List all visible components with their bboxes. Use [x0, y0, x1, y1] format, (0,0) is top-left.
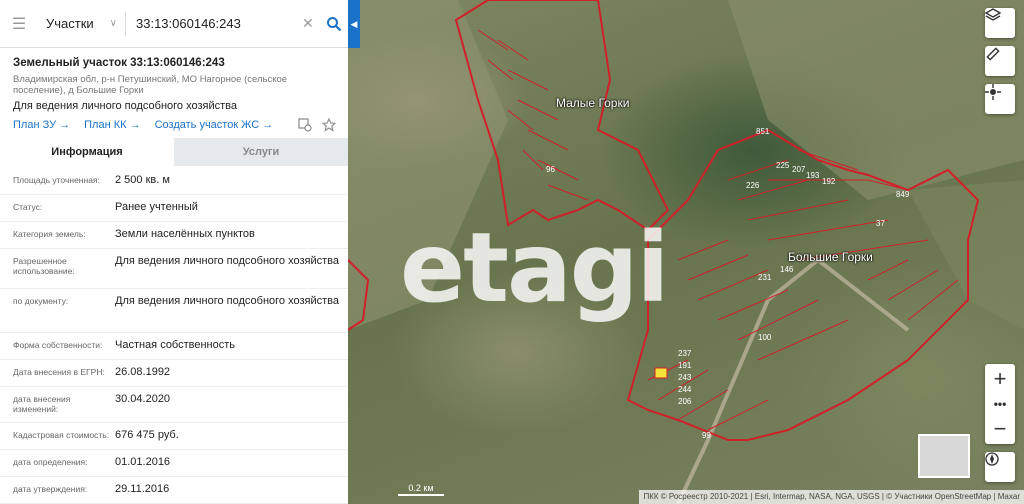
parcel-links: План ЗУ → План КК → Создать участок ЖС → [13, 119, 273, 131]
table-row: Разрешенное использование: Для ведения л… [0, 249, 348, 289]
row-value: Ранее учтенный [115, 201, 198, 213]
zoom-in-button[interactable]: + [985, 364, 1015, 394]
category-select[interactable]: Участки ∨ [34, 11, 126, 36]
info-table: Площадь уточненная: 2 500 кв. м Статус: … [0, 168, 348, 504]
parcel-number-label: 193 [806, 171, 820, 180]
table-row: дата определения: 01.01.2016 [0, 450, 348, 477]
row-value: 01.01.2016 [115, 456, 171, 468]
tab-services[interactable]: Услуги [174, 138, 348, 166]
table-row: Форма собственности: Частная собственнос… [0, 333, 348, 360]
table-row: по документу: Для ведения личного подсоб… [0, 289, 348, 333]
row-label: дата определения: [13, 457, 88, 467]
row-label: Статус: [13, 202, 43, 212]
map-scale: 0.2 км [398, 483, 444, 496]
row-label: Разрешенное использование: [13, 256, 75, 276]
zoom-control: + ••• − [985, 364, 1015, 444]
search-icon [326, 16, 342, 31]
crosshair-icon [985, 84, 1001, 100]
compass-icon [985, 452, 999, 466]
parcel-number-label: 206 [678, 397, 692, 406]
parcel-number-label: 37 [876, 219, 885, 228]
row-label: Дата внесения в ЕГРН: [13, 367, 105, 377]
parcel-number-label: 191 [678, 361, 692, 370]
row-value: Земли населённых пунктов [115, 228, 255, 240]
table-row: Дата внесения в ЕГРН: 26.08.1992 [0, 360, 348, 387]
row-value: Для ведения личного подсобного хозяйства [115, 295, 339, 307]
parcel-use: Для ведения личного подсобного хозяйства [13, 100, 237, 112]
table-row: Площадь уточненная: 2 500 кв. м [0, 168, 348, 195]
parcel-number-label: 243 [678, 373, 692, 382]
layers-icon [985, 8, 1001, 21]
create-parcel-link[interactable]: Создать участок ЖС → [155, 119, 274, 131]
table-row: дата внесения изменений: 30.04.2020 [0, 387, 348, 423]
row-label: Категория земель: [13, 229, 86, 239]
category-label: Участки [46, 16, 94, 31]
parcel-number-label: 146 [780, 265, 794, 274]
parcel-number-label: 207 [792, 165, 806, 174]
map-view[interactable]: 851 849 225 207 193 192 226 231 146 100 96 99 237 191… [348, 0, 1024, 504]
plan-zu-link[interactable]: План ЗУ → [13, 119, 70, 131]
zoom-out-button[interactable]: − [985, 414, 1015, 444]
parcel-number-label: 237 [678, 349, 692, 358]
table-row: Статус: Ранее учтенный [0, 195, 348, 222]
row-value: Частная собственность [115, 339, 236, 351]
row-label: Кадастровая стоимость: [13, 430, 110, 440]
row-value: 26.08.1992 [115, 366, 171, 378]
row-label: Площадь уточненная: [13, 175, 100, 185]
star-icon[interactable] [322, 118, 336, 132]
parcel-number-label: 231 [758, 273, 772, 282]
clear-icon[interactable]: ✕ [302, 15, 314, 32]
menu-icon[interactable]: ☰ [4, 0, 34, 48]
place-label-big: Большие Горки [788, 250, 873, 264]
row-value: 676 475 руб. [115, 429, 179, 441]
plan-kk-link[interactable]: План КК → [84, 119, 140, 131]
chevron-left-icon: ◀ [350, 18, 358, 29]
selected-parcel[interactable] [654, 367, 668, 379]
layers-button[interactable] [985, 8, 1015, 38]
search-bar: ☰ Участки ∨ ✕ [0, 0, 348, 48]
parcel-address: Владимирская обл, р-н Петушинский, МО На… [13, 74, 288, 96]
parcel-number-label: 849 [896, 190, 910, 199]
map-attribution: ПКК © Росреестр 2010-2021 | Esri, Interm… [639, 490, 1024, 504]
table-row: дата утверждения: 29.11.2016 [0, 477, 348, 504]
minimap[interactable] [918, 434, 970, 478]
parcel-number-label: 851 [756, 127, 770, 136]
row-label: по документу: [13, 296, 69, 306]
search-button[interactable] [324, 14, 344, 34]
tab-info[interactable]: Информация [0, 138, 174, 166]
table-row: Кадастровая стоимость: 676 475 руб. [0, 423, 348, 450]
place-label-small: Малые Горки [556, 96, 630, 110]
row-value: 29.11.2016 [115, 483, 170, 495]
chevron-down-icon: ∨ [109, 18, 117, 29]
info-panel: Земельный участок 33:13:060146:243 Влади… [0, 48, 348, 504]
copy-icon[interactable] [298, 118, 312, 132]
locate-button[interactable] [985, 84, 1015, 114]
compass-button[interactable] [985, 452, 1015, 482]
parcel-number-label: 226 [746, 181, 760, 190]
row-label: дата внесения изменений: [13, 394, 71, 414]
row-value: 30.04.2020 [115, 393, 171, 405]
table-row: Категория земель: Земли населённых пункт… [0, 222, 348, 249]
search-input[interactable] [136, 16, 296, 31]
row-value: Для ведения личного подсобного хозяйства [115, 255, 339, 267]
parcel-number-label: 225 [776, 161, 790, 170]
more-icon[interactable]: ••• [985, 394, 1015, 414]
parcel-number-label: 244 [678, 385, 692, 394]
ruler-button[interactable] [985, 46, 1015, 76]
row-value: 2 500 кв. м [115, 174, 170, 186]
etagi-watermark: etagi [400, 212, 669, 324]
parcel-number-label: 192 [822, 177, 836, 186]
panel-tabs: Информация Услуги [0, 138, 348, 166]
parcel-number-label: 96 [546, 165, 555, 174]
parcel-title: Земельный участок 33:13:060146:243 [13, 57, 225, 69]
parcel-number-label: 100 [758, 333, 772, 342]
row-label: дата утверждения: [13, 484, 88, 494]
ruler-icon [986, 47, 1000, 61]
parcel-tools [298, 118, 336, 132]
collapse-panel-button[interactable]: ◀ [348, 0, 360, 48]
row-label: Форма собственности: [13, 340, 103, 350]
parcel-number-label: 99 [702, 431, 711, 440]
